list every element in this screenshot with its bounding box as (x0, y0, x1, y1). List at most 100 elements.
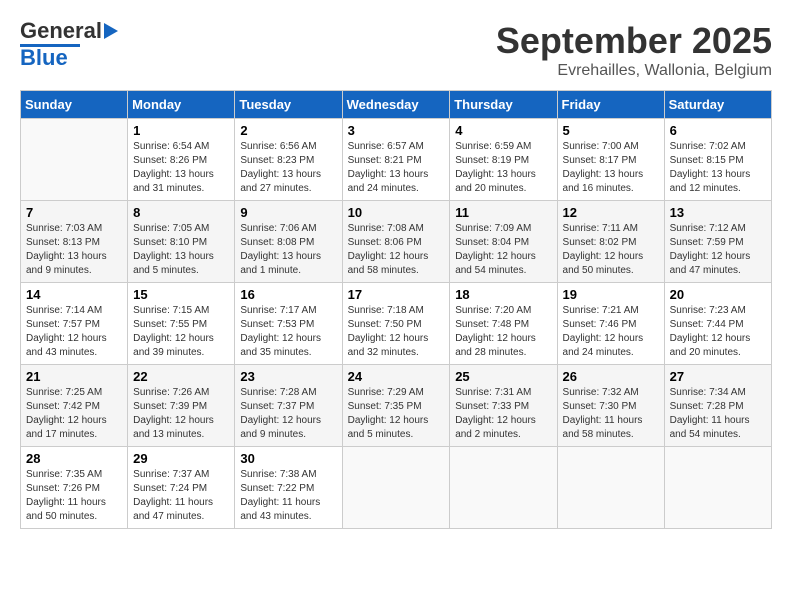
calendar-cell: 14 Sunrise: 7:14 AM Sunset: 7:57 PM Dayli… (21, 283, 128, 365)
day-number: 27 (670, 369, 766, 384)
day-number: 28 (26, 451, 122, 466)
day-number: 22 (133, 369, 229, 384)
column-header-saturday: Saturday (664, 91, 771, 119)
calendar-cell: 16 Sunrise: 7:17 AM Sunset: 7:53 PM Dayli… (235, 283, 342, 365)
location-subtitle: Evrehailles, Wallonia, Belgium (496, 62, 772, 80)
calendar-cell: 10 Sunrise: 7:08 AM Sunset: 8:06 PM Dayli… (342, 201, 450, 283)
calendar-cell (557, 447, 664, 529)
calendar-cell: 6Sunrise: 7:02 AM Sunset: 8:15 PM Daylig… (664, 119, 771, 201)
calendar-table: SundayMondayTuesdayWednesdayThursdayFrid… (20, 90, 772, 529)
day-number: 18 (455, 287, 551, 302)
day-number: 13 (670, 205, 766, 220)
day-info: Sunrise: 7:15 AM Sunset: 7:55 PM Dayligh… (133, 304, 229, 360)
calendar-cell: 1 Sunrise: 6:54 AM Sunset: 8:26 PM Daylig… (128, 119, 235, 201)
column-header-monday: Monday (128, 91, 235, 119)
day-info: Sunrise: 7:00 AM Sunset: 8:17 PM Dayligh… (563, 140, 659, 196)
calendar-cell: 19 Sunrise: 7:21 AM Sunset: 7:46 PM Dayli… (557, 283, 664, 365)
day-info: Sunrise: 7:32 AM Sunset: 7:30 PM Dayligh… (563, 386, 659, 442)
day-info: Sunrise: 7:21 AM Sunset: 7:46 PM Dayligh… (563, 304, 659, 360)
column-header-wednesday: Wednesday (342, 91, 450, 119)
week-row-4: 21 Sunrise: 7:25 AM Sunset: 7:42 PM Dayli… (21, 365, 772, 447)
calendar-cell: 29Sunrise: 7:37 AM Sunset: 7:24 PM Dayli… (128, 447, 235, 529)
calendar-cell: 4Sunrise: 6:59 AM Sunset: 8:19 PM Daylig… (450, 119, 557, 201)
day-number: 8 (133, 205, 229, 220)
day-info: Sunrise: 7:14 AM Sunset: 7:57 PM Dayligh… (26, 304, 122, 360)
week-row-1: 1 Sunrise: 6:54 AM Sunset: 8:26 PM Daylig… (21, 119, 772, 201)
day-info: Sunrise: 7:08 AM Sunset: 8:06 PM Dayligh… (348, 222, 445, 278)
day-info: Sunrise: 7:34 AM Sunset: 7:28 PM Dayligh… (670, 386, 766, 442)
day-info: Sunrise: 7:06 AM Sunset: 8:08 PM Dayligh… (240, 222, 336, 278)
day-info: Sunrise: 7:25 AM Sunset: 7:42 PM Dayligh… (26, 386, 122, 442)
day-info: Sunrise: 7:17 AM Sunset: 7:53 PM Dayligh… (240, 304, 336, 360)
calendar-header: SundayMondayTuesdayWednesdayThursdayFrid… (21, 91, 772, 119)
day-number: 11 (455, 205, 551, 220)
calendar-cell: 27 Sunrise: 7:34 AM Sunset: 7:28 PM Dayli… (664, 365, 771, 447)
calendar-cell: 15 Sunrise: 7:15 AM Sunset: 7:55 PM Dayli… (128, 283, 235, 365)
column-header-tuesday: Tuesday (235, 91, 342, 119)
day-info: Sunrise: 7:18 AM Sunset: 7:50 PM Dayligh… (348, 304, 445, 360)
calendar-cell: 23Sunrise: 7:28 AM Sunset: 7:37 PM Dayli… (235, 365, 342, 447)
day-number: 7 (26, 205, 122, 220)
calendar-cell: 7 Sunrise: 7:03 AM Sunset: 8:13 PM Daylig… (21, 201, 128, 283)
day-number: 14 (26, 287, 122, 302)
logo-arrow-icon (104, 23, 118, 39)
calendar-cell: 3 Sunrise: 6:57 AM Sunset: 8:21 PM Daylig… (342, 119, 450, 201)
day-number: 19 (563, 287, 659, 302)
logo-top-text: General (20, 20, 102, 42)
calendar-cell: 12 Sunrise: 7:11 AM Sunset: 8:02 PM Dayli… (557, 201, 664, 283)
day-number: 10 (348, 205, 445, 220)
title-block: September 2025 Evrehailles, Wallonia, Be… (496, 20, 772, 80)
day-number: 21 (26, 369, 122, 384)
day-number: 30 (240, 451, 336, 466)
day-number: 3 (348, 123, 445, 138)
calendar-cell (342, 447, 450, 529)
header-row: SundayMondayTuesdayWednesdayThursdayFrid… (21, 91, 772, 119)
day-number: 9 (240, 205, 336, 220)
calendar-cell: 13 Sunrise: 7:12 AM Sunset: 7:59 PM Dayli… (664, 201, 771, 283)
day-info: Sunrise: 7:12 AM Sunset: 7:59 PM Dayligh… (670, 222, 766, 278)
day-number: 1 (133, 123, 229, 138)
day-info: Sunrise: 7:29 AM Sunset: 7:35 PM Dayligh… (348, 386, 445, 442)
page-header: General Blue September 2025 Evrehailles,… (20, 20, 772, 80)
day-number: 17 (348, 287, 445, 302)
day-info: Sunrise: 7:35 AM Sunset: 7:26 PM Dayligh… (26, 468, 122, 524)
calendar-body: 1 Sunrise: 6:54 AM Sunset: 8:26 PM Daylig… (21, 119, 772, 529)
calendar-cell: 28 Sunrise: 7:35 AM Sunset: 7:26 PM Dayli… (21, 447, 128, 529)
calendar-cell (21, 119, 128, 201)
day-number: 2 (240, 123, 336, 138)
day-info: Sunrise: 7:26 AM Sunset: 7:39 PM Dayligh… (133, 386, 229, 442)
day-info: Sunrise: 7:05 AM Sunset: 8:10 PM Dayligh… (133, 222, 229, 278)
week-row-5: 28 Sunrise: 7:35 AM Sunset: 7:26 PM Dayli… (21, 447, 772, 529)
day-number: 16 (240, 287, 336, 302)
calendar-cell: 11 Sunrise: 7:09 AM Sunset: 8:04 PM Dayli… (450, 201, 557, 283)
day-info: Sunrise: 6:54 AM Sunset: 8:26 PM Dayligh… (133, 140, 229, 196)
day-info: Sunrise: 7:09 AM Sunset: 8:04 PM Dayligh… (455, 222, 551, 278)
column-header-friday: Friday (557, 91, 664, 119)
day-number: 20 (670, 287, 766, 302)
calendar-cell (450, 447, 557, 529)
calendar-cell: 9 Sunrise: 7:06 AM Sunset: 8:08 PM Daylig… (235, 201, 342, 283)
calendar-cell: 25Sunrise: 7:31 AM Sunset: 7:33 PM Dayli… (450, 365, 557, 447)
calendar-cell: 5 Sunrise: 7:00 AM Sunset: 8:17 PM Daylig… (557, 119, 664, 201)
month-title: September 2025 (496, 20, 772, 62)
calendar-cell: 22 Sunrise: 7:26 AM Sunset: 7:39 PM Dayli… (128, 365, 235, 447)
day-info: Sunrise: 7:03 AM Sunset: 8:13 PM Dayligh… (26, 222, 122, 278)
day-info: Sunrise: 7:31 AM Sunset: 7:33 PM Dayligh… (455, 386, 551, 442)
day-info: Sunrise: 6:56 AM Sunset: 8:23 PM Dayligh… (240, 140, 336, 196)
day-number: 4 (455, 123, 551, 138)
calendar-cell: 26Sunrise: 7:32 AM Sunset: 7:30 PM Dayli… (557, 365, 664, 447)
day-info: Sunrise: 7:20 AM Sunset: 7:48 PM Dayligh… (455, 304, 551, 360)
day-info: Sunrise: 6:57 AM Sunset: 8:21 PM Dayligh… (348, 140, 445, 196)
calendar-cell: 20Sunrise: 7:23 AM Sunset: 7:44 PM Dayli… (664, 283, 771, 365)
day-number: 23 (240, 369, 336, 384)
calendar-cell: 18 Sunrise: 7:20 AM Sunset: 7:48 PM Dayli… (450, 283, 557, 365)
day-number: 15 (133, 287, 229, 302)
column-header-thursday: Thursday (450, 91, 557, 119)
day-number: 29 (133, 451, 229, 466)
calendar-cell: 8 Sunrise: 7:05 AM Sunset: 8:10 PM Daylig… (128, 201, 235, 283)
day-number: 5 (563, 123, 659, 138)
day-number: 12 (563, 205, 659, 220)
day-info: Sunrise: 7:38 AM Sunset: 7:22 PM Dayligh… (240, 468, 336, 524)
day-info: Sunrise: 7:11 AM Sunset: 8:02 PM Dayligh… (563, 222, 659, 278)
calendar-cell: 2 Sunrise: 6:56 AM Sunset: 8:23 PM Daylig… (235, 119, 342, 201)
